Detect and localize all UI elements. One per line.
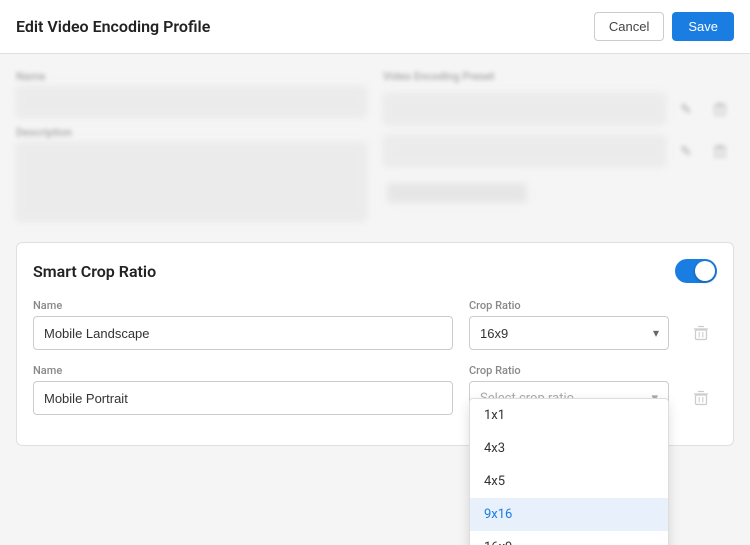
crop-ratio-dropdown-menu: 1x1 4x3 4x5 9x16 16x9 — [469, 398, 669, 545]
dropdown-item-9x16[interactable]: 9x16 — [470, 498, 668, 531]
crop-ratio-field-2: Crop Ratio Select crop ratio ▾ 1x1 4x3 4… — [469, 364, 669, 415]
trash-icon-crop-1 — [693, 325, 709, 341]
smart-crop-header: Smart Crop Ratio — [33, 259, 717, 283]
crop-name-label-1: Name — [33, 299, 453, 312]
page-title: Edit Video Encoding Profile — [16, 17, 210, 36]
name-input-blurred — [16, 86, 367, 118]
encoding-preset-1-blurred — [383, 93, 666, 125]
top-section: Name Description Video Encoding Preset ✎ — [16, 70, 734, 222]
dropdown-item-4x3[interactable]: 4x3 — [470, 432, 668, 465]
encoding-preset-row-2: ✎ — [383, 135, 734, 167]
smart-crop-toggle[interactable] — [675, 259, 717, 283]
dropdown-item-1x1[interactable]: 1x1 — [470, 399, 668, 432]
crop-delete-btn-1[interactable] — [685, 316, 717, 350]
header: Edit Video Encoding Profile Cancel Save — [0, 0, 750, 54]
crop-ratio-label-1: Crop Ratio — [469, 299, 669, 312]
crop-ratio-field-1: Crop Ratio 16x9 1x1 4x3 4x5 9x16 — [469, 299, 669, 350]
cancel-button[interactable]: Cancel — [594, 12, 664, 41]
crop-ratio-select-1[interactable]: 16x9 1x1 4x3 4x5 9x16 — [469, 316, 669, 350]
page-container: Edit Video Encoding Profile Cancel Save … — [0, 0, 750, 545]
header-actions: Cancel Save — [594, 12, 734, 41]
delete-preset-1-button[interactable] — [706, 95, 734, 123]
description-field-group: Description — [16, 126, 367, 222]
crop-row-1: Name Crop Ratio 16x9 1x1 4x3 4x5 9x16 — [33, 299, 717, 350]
crop-name-input-2[interactable] — [33, 381, 453, 415]
crop-ratio-select-wrapper-1: 16x9 1x1 4x3 4x5 9x16 — [469, 316, 669, 350]
encoding-presets-label: Video Encoding Preset — [383, 70, 734, 83]
encoding-preset-2-blurred — [383, 135, 666, 167]
left-fields: Name Description — [16, 70, 367, 222]
right-fields: Video Encoding Preset ✎ — [383, 70, 734, 222]
crop-name-field-2: Name — [33, 364, 453, 415]
smart-crop-title: Smart Crop Ratio — [33, 262, 156, 281]
save-button[interactable]: Save — [672, 12, 734, 41]
description-label: Description — [16, 126, 367, 139]
delete-preset-2-button[interactable] — [706, 137, 734, 165]
crop-name-input-1[interactable] — [33, 316, 453, 350]
crop-row-2: Name Crop Ratio Select crop ratio ▾ 1x1 … — [33, 364, 717, 415]
crop-name-label-2: Name — [33, 364, 453, 377]
dropdown-item-4x5[interactable]: 4x5 — [470, 465, 668, 498]
trash-icon-1 — [713, 102, 727, 116]
add-preset-label-blurred — [387, 183, 527, 203]
name-field-group: Name — [16, 70, 367, 118]
crop-name-field-1: Name — [33, 299, 453, 350]
description-textarea-blurred — [16, 142, 367, 222]
smart-crop-section: Smart Crop Ratio Name Crop Ratio 16x9 1x… — [16, 242, 734, 446]
encoding-preset-row-1: ✎ — [383, 93, 734, 125]
crop-ratio-label-2: Crop Ratio — [469, 364, 669, 377]
main-content: Name Description Video Encoding Preset ✎ — [0, 54, 750, 545]
trash-icon-crop-2 — [693, 390, 709, 406]
add-preset-row — [383, 177, 734, 209]
edit-preset-1-button[interactable]: ✎ — [672, 95, 700, 123]
name-label: Name — [16, 70, 367, 83]
edit-preset-2-button[interactable]: ✎ — [672, 137, 700, 165]
crop-delete-btn-2[interactable] — [685, 381, 717, 415]
trash-icon-2 — [713, 144, 727, 158]
dropdown-item-16x9[interactable]: 16x9 — [470, 531, 668, 545]
